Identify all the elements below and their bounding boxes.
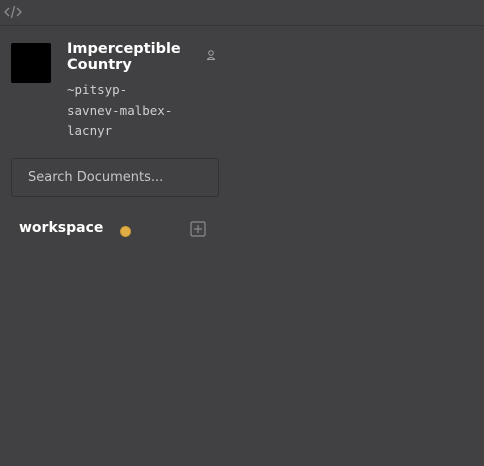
sidebar-group-workspace[interactable]: workspace xyxy=(19,216,219,242)
ship-name-line: savnev-malbex- xyxy=(67,102,173,118)
profile-name: Imperceptible Country xyxy=(67,41,181,73)
plus-square-icon[interactable] xyxy=(190,221,206,237)
ship-name-line: lacnyr xyxy=(67,123,113,138)
profile-header: Imperceptible Country ~pitsyp- savnev-ma… xyxy=(11,41,221,143)
avatar[interactable] xyxy=(11,43,51,83)
group-label: workspace xyxy=(19,220,104,236)
code-icon[interactable] xyxy=(4,5,22,19)
profile-ship-name: ~pitsyp- savnev-malbex- lacnyr xyxy=(67,80,197,142)
ship-name-line: ~pitsyp- xyxy=(67,82,128,97)
app-window: Imperceptible Country ~pitsyp- savnev-ma… xyxy=(0,0,484,466)
top-toolbar xyxy=(0,0,484,26)
status-dot-icon xyxy=(120,226,131,237)
search-documents-input[interactable] xyxy=(11,158,219,197)
people-icon[interactable] xyxy=(205,49,217,61)
